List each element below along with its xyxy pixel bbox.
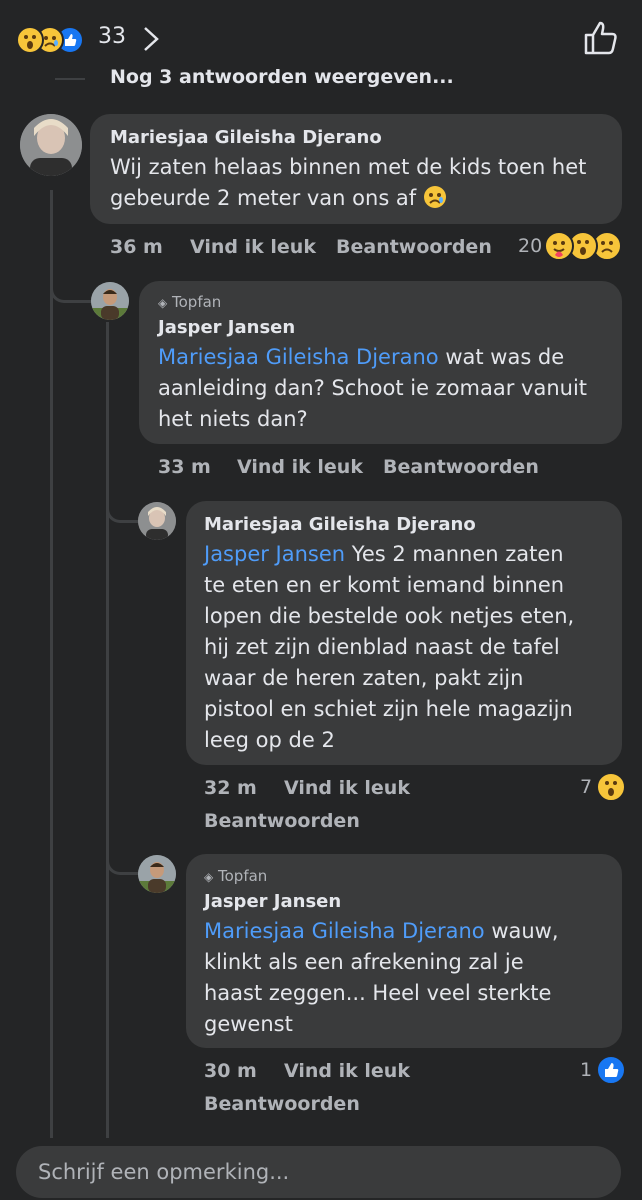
- comment-text-line: aanleiding dan? Schoot ie zomaar vanuit: [158, 376, 588, 400]
- reply-button[interactable]: Beantwoorden: [204, 1093, 360, 1115]
- comment-text: Mariesjaa Gileisha Djerano wat was de aa…: [158, 342, 618, 435]
- comment-text-segment: gebeurde 2 meter van ons af: [110, 186, 417, 210]
- care-emoji-icon: [544, 231, 574, 261]
- comment-text-line: Wij zaten helaas binnen met de kids toen…: [110, 155, 587, 179]
- comment-text-line: gebeurde 2 meter van ons af: [110, 183, 615, 214]
- mention-link[interactable]: Jasper Jansen: [204, 542, 345, 566]
- avatar[interactable]: [138, 855, 176, 893]
- thread-connector: [55, 78, 85, 80]
- thumbs-up-icon[interactable]: [582, 20, 620, 60]
- comment-text-line: haast zeggen... Heel veel sterkte: [204, 981, 552, 1005]
- comment-text-line: Jasper Jansen Yes 2 mannen zaten: [204, 539, 616, 570]
- topfan-badge: ◈ Topfan: [204, 867, 267, 885]
- comment-reaction-count[interactable]: 20: [518, 235, 542, 257]
- comment-text-line: Mariesjaa Gileisha Djerano wauw,: [204, 916, 616, 947]
- like-button[interactable]: Vind ik leuk: [284, 777, 410, 799]
- comment-reaction-count[interactable]: 1: [580, 1059, 592, 1081]
- like-button[interactable]: Vind ik leuk: [284, 1060, 410, 1082]
- like-emoji-icon: [596, 1055, 626, 1085]
- reply-button[interactable]: Beantwoorden: [204, 810, 360, 832]
- comment-author[interactable]: Mariesjaa Gileisha Djerano: [204, 514, 476, 535]
- comment-text-line: leeg op de 2: [204, 728, 335, 752]
- comment-text-segment: Yes 2 mannen zaten: [345, 542, 564, 566]
- comment-author[interactable]: Jasper Jansen: [158, 317, 295, 338]
- comment-timestamp[interactable]: 36 m: [110, 236, 163, 258]
- comment-text-line: Mariesjaa Gileisha Djerano wat was de: [158, 342, 618, 373]
- sad-emoji-icon: [423, 185, 447, 209]
- comment-author[interactable]: Jasper Jansen: [204, 891, 341, 912]
- like-button[interactable]: Vind ik leuk: [190, 236, 316, 258]
- thread-line: [50, 190, 53, 1140]
- like-button[interactable]: Vind ik leuk: [237, 456, 363, 478]
- comment-timestamp[interactable]: 30 m: [204, 1060, 257, 1082]
- comment-text-line: gewenst: [204, 1012, 293, 1036]
- badge-label: Topfan: [172, 293, 222, 311]
- thread-branch: [50, 264, 93, 303]
- diamond-icon: ◈: [204, 870, 214, 884]
- reaction-count: 33: [98, 24, 126, 49]
- thread-line: [106, 322, 109, 1140]
- comment-text: Wij zaten helaas binnen met de kids toen…: [110, 152, 615, 214]
- avatar[interactable]: [91, 282, 129, 320]
- mention-link[interactable]: Mariesjaa Gileisha Djerano: [158, 345, 439, 369]
- comment-timestamp[interactable]: 32 m: [204, 777, 257, 799]
- reply-button[interactable]: Beantwoorden: [336, 236, 492, 258]
- diamond-icon: ◈: [158, 296, 168, 310]
- thread-branch: [106, 826, 139, 875]
- comment-text: Mariesjaa Gileisha Djerano wauw, klinkt …: [204, 916, 616, 1040]
- comment-text-line: het niets dan?: [158, 407, 308, 431]
- chevron-right-icon[interactable]: [142, 25, 160, 57]
- thread-branch: [106, 486, 139, 523]
- show-more-replies-link[interactable]: Nog 3 antwoorden weergeven...: [110, 66, 454, 88]
- comment-text: Jasper Jansen Yes 2 mannen zaten te eten…: [204, 539, 616, 756]
- comment-text-line: klinkt als een afrekening zal je: [204, 950, 524, 974]
- avatar[interactable]: [20, 114, 82, 176]
- comment-text-line: waar de heren zaten, pakt zijn: [204, 666, 524, 690]
- avatar[interactable]: [138, 502, 176, 540]
- comment-text-segment: wat was de: [438, 345, 565, 369]
- reply-button[interactable]: Beantwoorden: [383, 456, 539, 478]
- comment-text-line: pistool en schiet zijn hele magazijn: [204, 697, 573, 721]
- wow-emoji-icon: [16, 26, 44, 54]
- comment-reaction-count[interactable]: 7: [580, 776, 592, 798]
- badge-label: Topfan: [218, 867, 268, 885]
- comment-text-segment: wauw,: [484, 919, 559, 943]
- comment-text-line: te eten en er komt iemand binnen: [204, 573, 565, 597]
- comment-text-line: hij zet zijn dienblad naast de tafel: [204, 635, 560, 659]
- comment-input-placeholder: Schrijf een opmerking...: [38, 1160, 290, 1184]
- comment-author[interactable]: Mariesjaa Gileisha Djerano: [110, 127, 382, 148]
- comment-text-line: lopen die bestelde ook netjes eten,: [204, 604, 575, 628]
- topfan-badge: ◈ Topfan: [158, 293, 221, 311]
- comment-timestamp[interactable]: 33 m: [158, 456, 211, 478]
- mention-link[interactable]: Mariesjaa Gileisha Djerano: [204, 919, 485, 943]
- wow-emoji-icon: [596, 772, 626, 802]
